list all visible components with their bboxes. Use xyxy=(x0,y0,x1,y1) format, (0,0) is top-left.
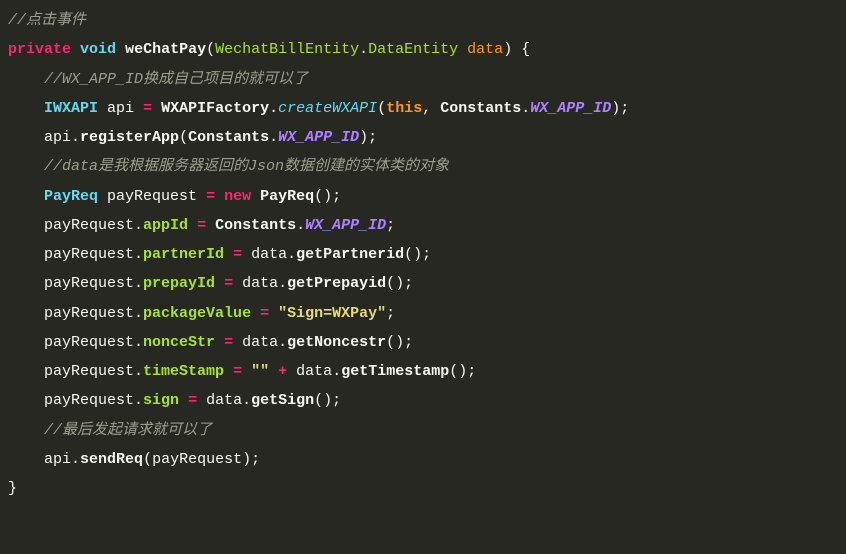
variable: api xyxy=(107,100,134,117)
comment-line: //点击事件 xyxy=(8,12,86,29)
string-literal: "Sign=WXPay" xyxy=(278,305,386,322)
variable: payRequest xyxy=(44,363,134,380)
variable: payRequest xyxy=(44,246,134,263)
constructor: PayReq xyxy=(260,188,314,205)
method-call: registerApp xyxy=(80,129,179,146)
variable: payRequest xyxy=(44,334,134,351)
param-name: data xyxy=(467,41,503,58)
variable: payRequest xyxy=(44,217,134,234)
class-ref: WXAPIFactory xyxy=(161,100,269,117)
method-call: getTimestamp xyxy=(341,363,449,380)
variable: payRequest xyxy=(44,275,134,292)
static-method: createWXAPI xyxy=(278,100,377,117)
class-ref: Constants xyxy=(440,100,521,117)
code-block: //点击事件 private void weChatPay(WechatBill… xyxy=(0,0,846,509)
param-type: WechatBillEntity xyxy=(215,41,359,58)
method-call: getPrepayid xyxy=(287,275,386,292)
variable: payRequest xyxy=(44,392,134,409)
variable: payRequest xyxy=(44,305,134,322)
field: partnerId xyxy=(143,246,224,263)
argument: payRequest xyxy=(152,451,242,468)
method-call: getSign xyxy=(251,392,314,409)
variable: api xyxy=(44,129,71,146)
variable: data xyxy=(242,334,278,351)
variable: data xyxy=(296,363,332,380)
field: timeStamp xyxy=(143,363,224,380)
variable: data xyxy=(251,246,287,263)
variable: data xyxy=(206,392,242,409)
method-call: getNoncestr xyxy=(287,334,386,351)
field: appId xyxy=(143,217,188,234)
variable: api xyxy=(44,451,71,468)
comment-line: //最后发起请求就可以了 xyxy=(44,422,212,439)
field: prepayId xyxy=(143,275,215,292)
class-ref: Constants xyxy=(215,217,296,234)
type: PayReq xyxy=(44,188,98,205)
keyword-void: void xyxy=(80,41,116,58)
constant: WX_APP_ID xyxy=(278,129,359,146)
type: IWXAPI xyxy=(44,100,98,117)
keyword-new: new xyxy=(224,188,251,205)
field: packageValue xyxy=(143,305,251,322)
variable: payRequest xyxy=(107,188,197,205)
param-type-inner: DataEntity xyxy=(368,41,458,58)
variable: data xyxy=(242,275,278,292)
field: sign xyxy=(143,392,179,409)
method-call: sendReq xyxy=(80,451,143,468)
method-name: weChatPay xyxy=(125,41,206,58)
class-ref: Constants xyxy=(188,129,269,146)
constant: WX_APP_ID xyxy=(530,100,611,117)
comment-line: //data是我根据服务器返回的Json数据创建的实体类的对象 xyxy=(44,158,449,175)
keyword-private: private xyxy=(8,41,71,58)
field: nonceStr xyxy=(143,334,215,351)
constant: WX_APP_ID xyxy=(305,217,386,234)
method-call: getPartnerid xyxy=(296,246,404,263)
keyword-this: this xyxy=(386,100,422,117)
string-literal: "" xyxy=(251,363,269,380)
comment-line: //WX_APP_ID换成自己项目的就可以了 xyxy=(44,71,308,88)
